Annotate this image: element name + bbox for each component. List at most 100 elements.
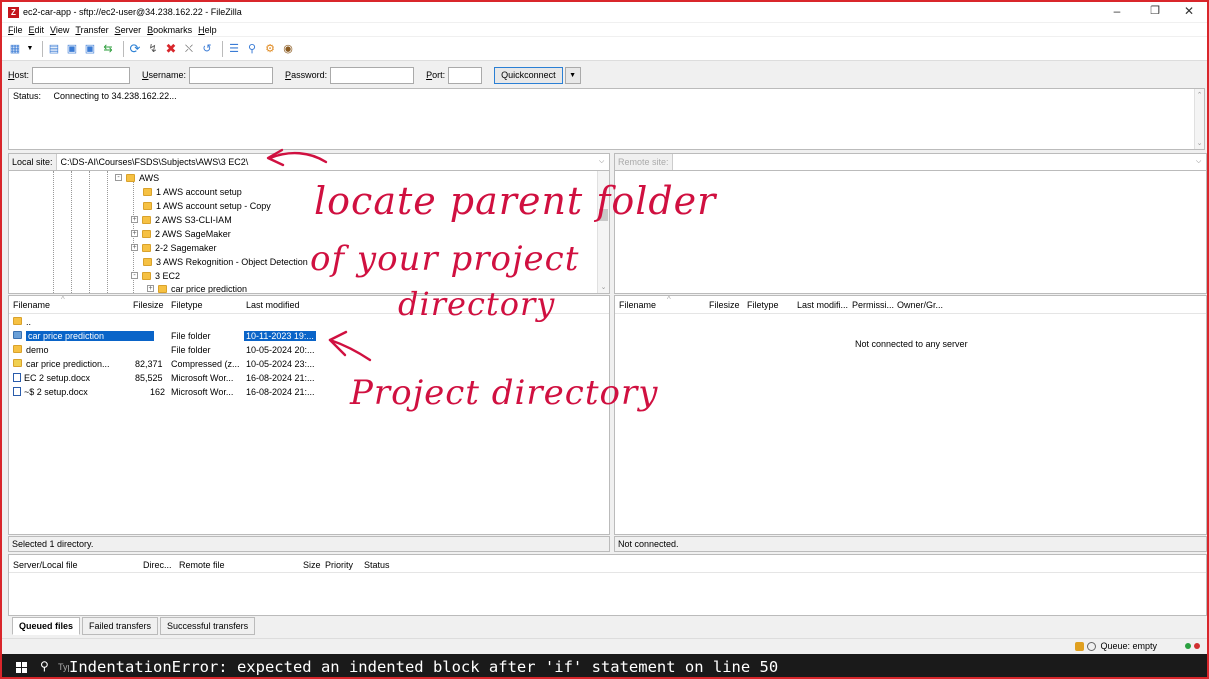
tree-item[interactable]: -3 EC2 <box>131 269 180 282</box>
minimize-button[interactable]: – <box>1102 4 1132 18</box>
scrollbar-thumb[interactable] <box>599 209 608 221</box>
remote-directory-tree[interactable] <box>614 170 1207 294</box>
info-icon <box>1087 641 1097 651</box>
search-remote-files-icon[interactable]: ◉ <box>281 42 295 56</box>
tree-item[interactable]: 1 AWS account setup - Copy <box>143 199 271 212</box>
chevron-down-icon[interactable]: ⌵ <box>599 158 609 166</box>
queue-status-text: Queue: empty <box>1100 641 1157 651</box>
message-log[interactable]: Status: Connecting to 34.238.162.22... ⌃… <box>8 88 1205 150</box>
search-icon[interactable]: ⚲ <box>40 659 49 673</box>
quickconnect-dropdown-icon[interactable]: ▼ <box>564 66 581 84</box>
menu-view[interactable]: View <box>50 25 69 35</box>
file-row[interactable]: ~$ 2 setup.docx 162 Microsoft Wor... 16-… <box>9 386 609 399</box>
column-permissions[interactable]: Permissi... <box>852 300 894 310</box>
tree-item[interactable]: + car price prediction <box>147 282 247 293</box>
file-row[interactable]: car price prediction... 82,371 Compresse… <box>9 358 609 371</box>
local-directory-tree[interactable]: - AWS 1 AWS account setup 1 AWS account s… <box>8 170 610 294</box>
port-input[interactable] <box>448 66 483 84</box>
chevron-up-icon[interactable]: ⌃ <box>1195 91 1204 99</box>
compare-directories-icon[interactable]: ⚲ <box>245 42 259 56</box>
refresh-icon[interactable]: ⟳ <box>128 41 142 56</box>
file-row[interactable]: EC 2 setup.docx 85,525 Microsoft Wor... … <box>9 372 609 385</box>
windows-start-icon[interactable] <box>16 662 27 673</box>
site-manager-icon[interactable]: ▦ <box>8 42 22 56</box>
host-input[interactable] <box>32 66 131 84</box>
folder-icon <box>13 317 22 325</box>
synchronized-browsing-icon[interactable]: ⚙ <box>263 42 277 56</box>
expand-icon[interactable]: + <box>131 244 138 251</box>
lock-icon <box>1075 641 1085 651</box>
folder-icon <box>142 271 151 280</box>
zip-folder-icon <box>13 359 22 367</box>
process-queue-icon[interactable]: ↯ <box>146 42 160 56</box>
collapse-icon[interactable]: - <box>131 272 138 279</box>
site-manager-dropdown-icon[interactable]: ▼ <box>26 42 34 56</box>
cancel-operation-icon[interactable]: ✖ <box>164 41 178 56</box>
tree-item[interactable]: +2 AWS SageMaker <box>131 227 231 240</box>
remote-site-bar: Remote site: ⌵ <box>614 153 1207 171</box>
file-type: File folder <box>171 331 211 341</box>
menu-help[interactable]: Help <box>198 25 217 35</box>
tree-item[interactable]: 3 AWS Rekognition - Object Detection <box>143 255 308 268</box>
column-filetype[interactable]: Filetype <box>747 300 779 310</box>
column-direction[interactable]: Direc... <box>143 560 172 570</box>
tab-failed-transfers[interactable]: Failed transfers <box>82 617 159 635</box>
tree-item[interactable]: - AWS <box>115 171 159 184</box>
toggle-remote-tree-icon[interactable]: ▣ <box>83 42 97 56</box>
column-filename[interactable]: Filename <box>13 300 50 310</box>
transfer-led-icon <box>1185 643 1191 649</box>
toggle-log-icon[interactable]: ▤ <box>47 42 61 56</box>
tab-queued-files[interactable]: Queued files <box>12 617 81 635</box>
column-filesize[interactable]: Filesize <box>133 300 164 310</box>
tree-item[interactable]: +2-2 Sagemaker <box>131 241 217 254</box>
chevron-down-icon[interactable]: ⌄ <box>1195 139 1204 147</box>
menu-file[interactable]: File <box>8 25 23 35</box>
filezilla-window: Z ec2-car-app - sftp://ec2-user@34.238.1… <box>0 0 1209 679</box>
close-button[interactable]: ✕ <box>1174 4 1204 18</box>
menu-bookmarks[interactable]: Bookmarks <box>147 25 192 35</box>
remote-file-list[interactable]: Filename ^ Filesize Filetype Last modifi… <box>614 295 1207 535</box>
column-remote-file[interactable]: Remote file <box>179 560 225 570</box>
toolbar-separator <box>123 40 124 57</box>
reconnect-icon[interactable]: ↺ <box>200 42 214 56</box>
expand-icon[interactable]: + <box>131 230 138 237</box>
column-last-modified[interactable]: Last modifi... <box>797 300 848 310</box>
filter-icon[interactable]: ☰ <box>227 42 241 56</box>
local-site-path-input[interactable]: C:\DS-AI\Courses\FSDS\Subjects\AWS\3 EC2… <box>57 157 599 167</box>
column-server-local-file[interactable]: Server/Local file <box>13 560 78 570</box>
host-label: Host: <box>8 70 30 80</box>
chevron-down-icon[interactable]: ⌄ <box>598 283 609 291</box>
username-input[interactable] <box>189 66 274 84</box>
tree-scrollbar[interactable]: ⌄ <box>597 171 609 293</box>
menu-transfer[interactable]: Transfer <box>75 25 108 35</box>
toggle-queue-icon[interactable]: ⇆ <box>101 42 115 56</box>
expand-icon[interactable]: + <box>131 216 138 223</box>
column-owner-group[interactable]: Owner/Gr... <box>897 300 943 310</box>
menu-server[interactable]: Server <box>115 25 142 35</box>
menu-edit[interactable]: Edit <box>29 25 45 35</box>
file-row[interactable]: car price prediction File folder 10-11-2… <box>9 330 609 343</box>
expand-icon[interactable]: + <box>147 285 154 292</box>
column-priority[interactable]: Priority <box>325 560 353 570</box>
transfer-queue[interactable]: Server/Local file Direc... Remote file S… <box>8 554 1207 616</box>
quickconnect-button[interactable]: Quickconnect <box>494 66 563 84</box>
column-filetype[interactable]: Filetype <box>171 300 203 310</box>
tree-item[interactable]: 1 AWS account setup <box>143 185 242 198</box>
toggle-local-tree-icon[interactable]: ▣ <box>65 42 79 56</box>
column-filesize[interactable]: Filesize <box>709 300 740 310</box>
file-row[interactable]: demo File folder 10-05-2024 20:... <box>9 344 609 357</box>
column-last-modified[interactable]: Last modified <box>246 300 300 310</box>
collapse-icon[interactable]: - <box>115 174 122 181</box>
log-scrollbar[interactable]: ⌃ ⌄ <box>1194 89 1204 149</box>
restore-button[interactable]: ❐ <box>1140 4 1170 17</box>
chevron-down-icon[interactable]: ⌵ <box>1196 158 1206 166</box>
file-row-parent[interactable]: .. <box>9 316 609 329</box>
disconnect-icon[interactable]: ⛌ <box>182 42 196 56</box>
column-status[interactable]: Status <box>364 560 390 570</box>
column-size[interactable]: Size <box>303 560 321 570</box>
column-filename[interactable]: Filename <box>619 300 656 310</box>
local-file-list[interactable]: Filename ^ Filesize Filetype Last modifi… <box>8 295 610 535</box>
tab-successful-transfers[interactable]: Successful transfers <box>160 617 256 635</box>
tree-item[interactable]: +2 AWS S3-CLI-IAM <box>131 213 232 226</box>
password-input[interactable] <box>330 66 415 84</box>
